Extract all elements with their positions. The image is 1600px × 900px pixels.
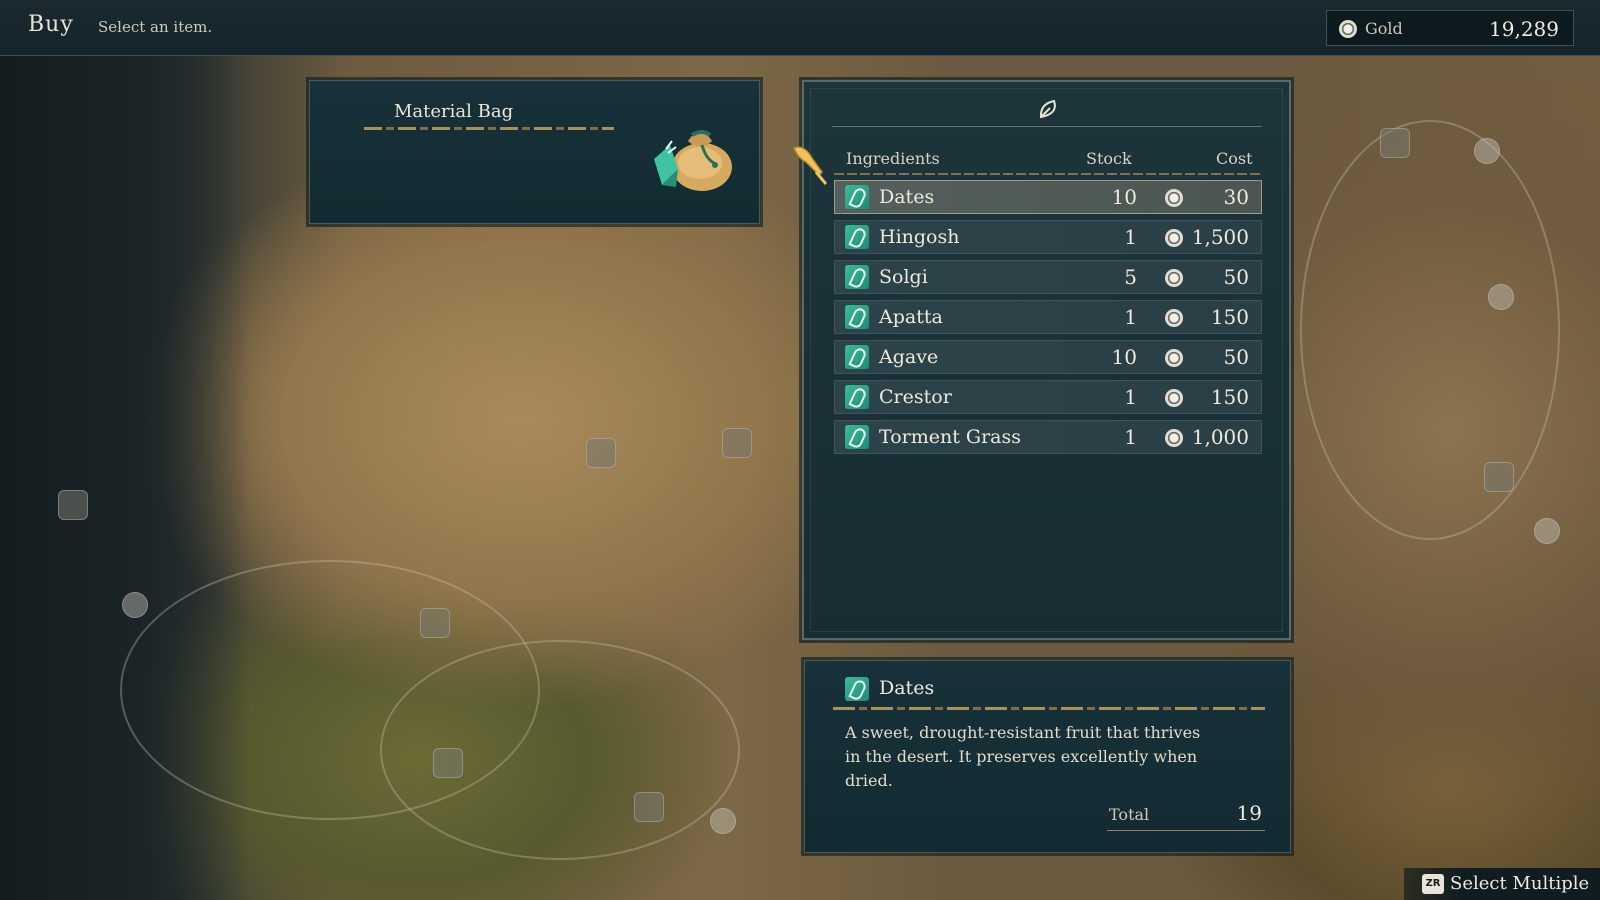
detail-divider: [833, 707, 1265, 710]
map-waypoint-marker: [1534, 518, 1560, 544]
panel-divider: [832, 126, 1262, 127]
item-row-dates[interactable]: Dates 10 30: [834, 180, 1262, 214]
shop-list-panel: Ingredients Stock Cost Dates 10 30 Hingo…: [802, 80, 1291, 640]
selection-cursor-icon: [793, 146, 828, 185]
detail-item-name: Dates: [879, 677, 935, 699]
ingredient-leaf-icon: [845, 305, 869, 329]
map-location-marker: [1484, 462, 1514, 492]
gold-coin-icon: [1165, 269, 1183, 287]
item-list: Dates 10 30 Hingosh 1 1,500 Solgi 5 50 A…: [834, 180, 1262, 460]
preview-title: Material Bag: [394, 101, 514, 122]
item-name: Agave: [879, 346, 939, 368]
gold-coin-icon: [1165, 389, 1183, 407]
gold-coin-icon: [1165, 349, 1183, 367]
item-stock: 1: [1124, 305, 1137, 329]
item-cost: 50: [1223, 345, 1249, 369]
map-road: [1300, 120, 1560, 540]
ingredient-leaf-icon: [845, 265, 869, 289]
item-name: Solgi: [879, 266, 928, 288]
item-cost: 50: [1223, 265, 1249, 289]
total-value: 19: [1236, 801, 1262, 825]
world-map-background: [0, 0, 1600, 900]
item-name: Torment Grass: [879, 426, 1021, 448]
prompt-label: Select Multiple: [1450, 873, 1590, 894]
gold-coin-icon: [1165, 229, 1183, 247]
item-row-torment-grass[interactable]: Torment Grass 1 1,000: [834, 420, 1262, 454]
item-name: Apatta: [879, 306, 943, 328]
column-header-stock: Stock: [1086, 149, 1132, 168]
total-label: Total: [1109, 805, 1150, 824]
map-waypoint-marker: [1488, 284, 1514, 310]
column-header-cost: Cost: [1216, 149, 1253, 168]
ingredient-leaf-icon: [845, 225, 869, 249]
preview-divider: [364, 127, 614, 130]
gold-coin-icon: [1339, 20, 1357, 38]
map-location-marker: [634, 792, 664, 822]
map-location-marker: [722, 428, 752, 458]
map-location-marker: [586, 438, 616, 468]
item-stock: 5: [1124, 265, 1137, 289]
item-stock: 1: [1124, 425, 1137, 449]
item-cost: 1,500: [1191, 225, 1249, 249]
map-waypoint-marker: [122, 592, 148, 618]
item-cost: 30: [1223, 185, 1249, 209]
gold-coin-icon: [1165, 189, 1183, 207]
item-name: Dates: [879, 186, 935, 208]
map-location-marker: [420, 608, 450, 638]
item-cost: 1,000: [1191, 425, 1249, 449]
ingredient-leaf-icon: [845, 677, 869, 701]
ingredient-leaf-icon: [845, 425, 869, 449]
item-row-agave[interactable]: Agave 10 50: [834, 340, 1262, 374]
screen-hint: Select an item.: [98, 18, 213, 36]
select-multiple-prompt[interactable]: ZR Select Multiple: [1404, 868, 1600, 900]
zr-button-icon: ZR: [1422, 874, 1444, 894]
map-location-marker: [433, 748, 463, 778]
item-row-hingosh[interactable]: Hingosh 1 1,500: [834, 220, 1262, 254]
ingredient-leaf-icon: [845, 385, 869, 409]
column-header-ingredients: Ingredients: [846, 149, 940, 168]
map-location-marker: [58, 490, 88, 520]
top-bar: Buy Select an item. Gold 19,289: [0, 0, 1600, 56]
screen-title: Buy: [28, 12, 74, 37]
item-stock: 10: [1111, 345, 1137, 369]
item-stock: 1: [1124, 225, 1137, 249]
gold-coin-icon: [1165, 429, 1183, 447]
item-row-apatta[interactable]: Apatta 1 150: [834, 300, 1262, 334]
item-stock: 1: [1124, 385, 1137, 409]
item-preview-panel: Material Bag: [309, 80, 760, 224]
detail-description: A sweet, drought-resistant fruit that th…: [845, 723, 1201, 790]
ingredient-leaf-icon: [845, 345, 869, 369]
leaf-tab-icon[interactable]: [1036, 96, 1062, 122]
item-stock: 10: [1111, 185, 1137, 209]
map-waypoint-marker: [1474, 138, 1500, 164]
gold-display: Gold 19,289: [1326, 10, 1574, 46]
item-cost: 150: [1210, 305, 1249, 329]
item-row-solgi[interactable]: Solgi 5 50: [834, 260, 1262, 294]
item-cost: 150: [1210, 385, 1249, 409]
map-waypoint-marker: [710, 808, 736, 834]
item-row-crestor[interactable]: Crestor 1 150: [834, 380, 1262, 414]
material-bag-icon: [654, 130, 732, 191]
gold-coin-icon: [1165, 309, 1183, 327]
header-divider: [834, 173, 1262, 175]
item-detail-panel: Dates A sweet, drought-resistant fruit t…: [804, 660, 1291, 853]
item-name: Crestor: [879, 386, 952, 408]
map-location-marker: [1380, 128, 1410, 158]
total-divider: [1107, 830, 1265, 831]
gold-label: Gold: [1365, 19, 1403, 38]
item-name: Hingosh: [879, 226, 960, 248]
ingredient-leaf-icon: [845, 185, 869, 209]
gold-amount: 19,289: [1489, 17, 1559, 41]
